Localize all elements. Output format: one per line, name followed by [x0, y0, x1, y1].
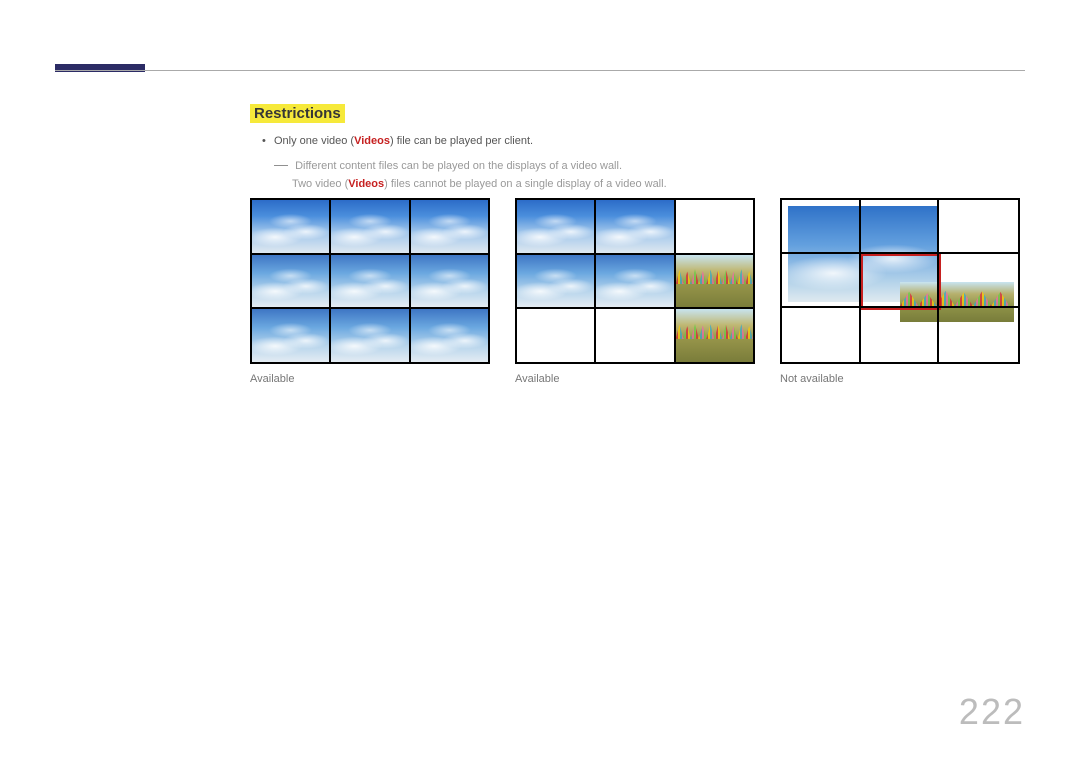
grid-cell: [411, 200, 488, 253]
example-caption: Not available: [780, 373, 1020, 385]
bullet-text-suffix: ) file can be played per client.: [390, 135, 533, 147]
video-wall-grid: [515, 198, 755, 364]
example-available-partial: Available: [515, 198, 755, 385]
page-number: 222: [959, 691, 1025, 733]
sub-bullet-text: Different content files can be played on…: [295, 160, 622, 172]
grid-cell: [411, 255, 488, 308]
bullet-dot: •: [262, 133, 266, 151]
sub-bullet-item: ― Different content files can be played …: [274, 157, 1025, 176]
content-area: Restrictions • Only one video (Videos) f…: [250, 104, 1025, 194]
grid-cell: [782, 309, 859, 362]
sub2-suffix: ) files cannot be played on a single dis…: [384, 178, 667, 190]
grid-cell: [861, 200, 938, 253]
grid-cell: [252, 255, 329, 308]
grid-cell: [941, 200, 1018, 253]
bullet-text: Only one video (Videos) file can be play…: [274, 133, 533, 151]
grid-cell: [941, 309, 1018, 362]
page: Restrictions • Only one video (Videos) f…: [0, 0, 1080, 763]
grid-cell: [331, 309, 408, 362]
grid-cell: [411, 309, 488, 362]
examples-row: Available Available: [250, 198, 1025, 385]
grid-cell: [517, 309, 594, 362]
grid-cell: [861, 309, 938, 362]
grid-cell: [517, 200, 594, 253]
video-wall-grid: [780, 198, 1020, 364]
conflict-highlight-box: [861, 254, 941, 310]
example-available-full: Available: [250, 198, 490, 385]
grid-cell: [941, 255, 1018, 308]
grid-cell: [252, 309, 329, 362]
grid-cell: [676, 255, 753, 308]
video-wall-grid: [250, 198, 490, 364]
bullet-item: • Only one video (Videos) file can be pl…: [262, 133, 1025, 151]
sub-bullet-list: ― Different content files can be played …: [274, 157, 1025, 194]
example-not-available: Not available: [780, 198, 1020, 385]
sub-bullet-text: Two video (Videos) files cannot be playe…: [292, 178, 667, 190]
bullet-list: • Only one video (Videos) file can be pl…: [262, 133, 1025, 194]
grid-cell: [676, 309, 753, 362]
grid-cell: [517, 255, 594, 308]
grid-cell: [331, 200, 408, 253]
example-caption: Available: [515, 373, 755, 385]
sub2-prefix: Two video (: [292, 178, 348, 190]
grid-cell: [252, 200, 329, 253]
grid-cell: [782, 255, 859, 308]
sub-bullet-item: Two video (Videos) files cannot be playe…: [274, 175, 1025, 194]
videos-keyword: Videos: [354, 135, 390, 147]
grid-cell: [782, 200, 859, 253]
example-caption: Available: [250, 373, 490, 385]
header-rule: [55, 70, 1025, 71]
dash-icon: ―: [274, 156, 288, 172]
grid-cell: [331, 255, 408, 308]
videos-keyword: Videos: [348, 178, 384, 190]
grid-cell: [676, 200, 753, 253]
grid-cell: [596, 200, 673, 253]
section-heading: Restrictions: [250, 104, 345, 123]
bullet-text-prefix: Only one video (: [274, 135, 354, 147]
grid-cell: [596, 255, 673, 308]
grid-cell: [596, 309, 673, 362]
